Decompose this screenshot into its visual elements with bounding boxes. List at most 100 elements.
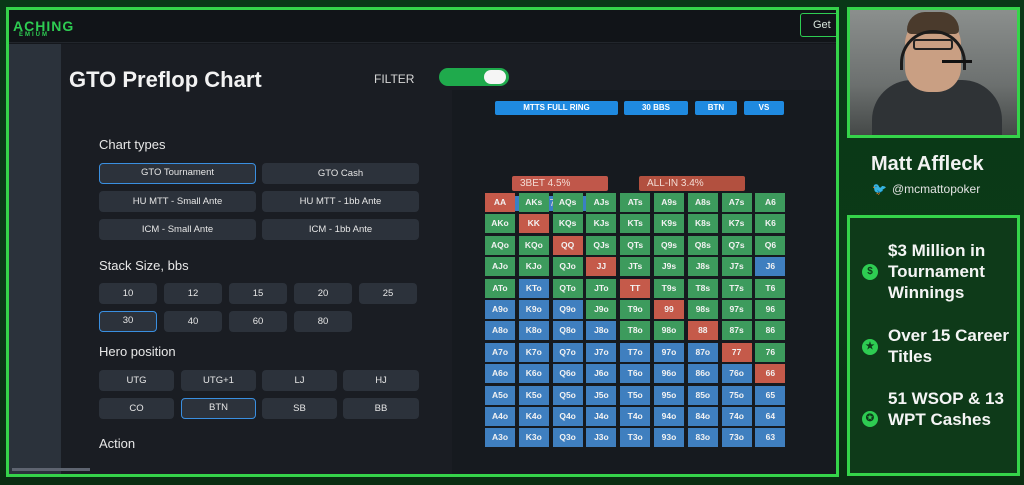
- hand-cell[interactable]: T9o: [620, 300, 651, 319]
- hand-cell[interactable]: 63: [755, 428, 786, 448]
- position-utg1[interactable]: UTG+1: [181, 370, 256, 391]
- tag-position[interactable]: BTN: [695, 101, 737, 115]
- hand-cell[interactable]: KTs: [620, 214, 651, 234]
- hand-cell[interactable]: A7o: [485, 342, 515, 362]
- hand-cell[interactable]: 87o: [687, 342, 718, 362]
- hand-cell[interactable]: JTs: [620, 257, 651, 277]
- hand-cell[interactable]: 97o: [654, 342, 684, 362]
- position-sb[interactable]: SB: [262, 398, 337, 419]
- hand-cell[interactable]: 99: [654, 300, 684, 319]
- hand-cell[interactable]: K6: [755, 214, 786, 234]
- hand-cell[interactable]: Q3o: [552, 428, 583, 448]
- hand-cell[interactable]: A8s: [687, 193, 718, 212]
- hand-cell[interactable]: KQs: [552, 214, 583, 234]
- hand-cell[interactable]: K4o: [518, 407, 549, 426]
- tag-vs[interactable]: VS: [744, 101, 784, 115]
- stack-25[interactable]: 25: [359, 283, 417, 304]
- stack-80[interactable]: 80: [294, 311, 352, 332]
- hand-cell[interactable]: QJo: [552, 257, 583, 277]
- hand-cell[interactable]: Q6o: [552, 364, 583, 384]
- filter-toggle[interactable]: [439, 68, 509, 86]
- stack-20[interactable]: 20: [294, 283, 352, 304]
- hand-cell[interactable]: K8o: [518, 321, 549, 341]
- position-utg[interactable]: UTG: [99, 370, 174, 391]
- hand-cell[interactable]: AKs: [518, 193, 549, 212]
- hand-cell[interactable]: J8s: [687, 257, 718, 277]
- hand-cell[interactable]: 96o: [654, 364, 684, 384]
- hand-cell[interactable]: 85o: [687, 385, 718, 405]
- hand-cell[interactable]: Q6: [755, 235, 786, 255]
- hand-cell[interactable]: Q5o: [552, 385, 583, 405]
- hand-cell[interactable]: T8o: [620, 321, 651, 341]
- hand-cell[interactable]: J3o: [586, 428, 617, 448]
- hand-cell[interactable]: T6o: [620, 364, 651, 384]
- hand-cell[interactable]: 64: [755, 407, 786, 426]
- hand-cell[interactable]: A5o: [485, 385, 515, 405]
- hand-cell[interactable]: K9o: [518, 300, 549, 319]
- hand-cell[interactable]: K8s: [687, 214, 718, 234]
- hand-cell[interactable]: A9s: [654, 193, 684, 212]
- hand-cell[interactable]: 86o: [687, 364, 718, 384]
- hand-cell[interactable]: A3o: [485, 428, 515, 448]
- hand-cell[interactable]: K7o: [518, 342, 549, 362]
- hand-cell[interactable]: J9s: [654, 257, 684, 277]
- position-bb[interactable]: BB: [343, 398, 419, 419]
- chart-type-gto-tournament[interactable]: GTO Tournament: [99, 163, 256, 184]
- hand-cell[interactable]: ATo: [485, 278, 515, 298]
- hand-cell[interactable]: 65: [755, 385, 786, 405]
- hand-cell[interactable]: 75o: [721, 385, 752, 405]
- hand-cell[interactable]: A4o: [485, 407, 515, 426]
- hand-cell[interactable]: 88: [687, 321, 718, 341]
- hand-cell[interactable]: 98s: [687, 300, 718, 319]
- hand-cell[interactable]: QQ: [552, 235, 583, 255]
- hand-cell[interactable]: QJs: [586, 235, 617, 255]
- hand-cell[interactable]: T7o: [620, 342, 651, 362]
- hand-cell[interactable]: 73o: [721, 428, 752, 448]
- chart-type-gto-cash[interactable]: GTO Cash: [262, 163, 419, 184]
- hand-cell[interactable]: KJs: [586, 214, 617, 234]
- stack-60[interactable]: 60: [229, 311, 287, 332]
- hand-cell[interactable]: 93o: [654, 428, 684, 448]
- hand-cell[interactable]: AA: [485, 193, 515, 212]
- hand-cell[interactable]: T9s: [654, 278, 684, 298]
- hand-cell[interactable]: A9o: [485, 300, 515, 319]
- hand-cell[interactable]: K9s: [654, 214, 684, 234]
- hand-cell[interactable]: 95o: [654, 385, 684, 405]
- position-btn[interactable]: BTN: [181, 398, 256, 419]
- hand-cell[interactable]: 97s: [721, 300, 752, 319]
- hand-cell[interactable]: Q8o: [552, 321, 583, 341]
- hand-cell[interactable]: 66: [755, 364, 786, 384]
- hand-cell[interactable]: J4o: [586, 407, 617, 426]
- tag-format[interactable]: MTTS FULL RING: [495, 101, 618, 115]
- hand-cell[interactable]: J6: [755, 257, 786, 277]
- stack-10[interactable]: 10: [99, 283, 157, 304]
- hand-cell[interactable]: Q7s: [721, 235, 752, 255]
- hand-cell[interactable]: 84o: [687, 407, 718, 426]
- stack-40[interactable]: 40: [164, 311, 222, 332]
- hand-cell[interactable]: Q9s: [654, 235, 684, 255]
- hand-cell[interactable]: K3o: [518, 428, 549, 448]
- position-lj[interactable]: LJ: [262, 370, 337, 391]
- hand-cell[interactable]: J6o: [586, 364, 617, 384]
- hand-cell[interactable]: K6o: [518, 364, 549, 384]
- hand-cell[interactable]: AJo: [485, 257, 515, 277]
- get-button[interactable]: Get: [800, 13, 836, 37]
- hand-cell[interactable]: T7s: [721, 278, 752, 298]
- hand-cell[interactable]: 76: [755, 342, 786, 362]
- hand-cell[interactable]: QTs: [620, 235, 651, 255]
- hand-cell[interactable]: T4o: [620, 407, 651, 426]
- hand-cell[interactable]: ATs: [620, 193, 651, 212]
- hand-cell[interactable]: 76o: [721, 364, 752, 384]
- hand-cell[interactable]: AKo: [485, 214, 515, 234]
- hand-cell[interactable]: J9o: [586, 300, 617, 319]
- chart-type-hu-1bb[interactable]: HU MTT - 1bb Ante: [262, 191, 419, 212]
- hand-cell[interactable]: 94o: [654, 407, 684, 426]
- hand-cell[interactable]: T6: [755, 278, 786, 298]
- hand-cell[interactable]: T3o: [620, 428, 651, 448]
- hand-cell[interactable]: 77: [721, 342, 752, 362]
- position-hj[interactable]: HJ: [343, 370, 419, 391]
- hand-cell[interactable]: A8o: [485, 321, 515, 341]
- hand-cell[interactable]: Q7o: [552, 342, 583, 362]
- hand-cell[interactable]: KK: [518, 214, 549, 234]
- hand-cell[interactable]: JJ: [586, 257, 617, 277]
